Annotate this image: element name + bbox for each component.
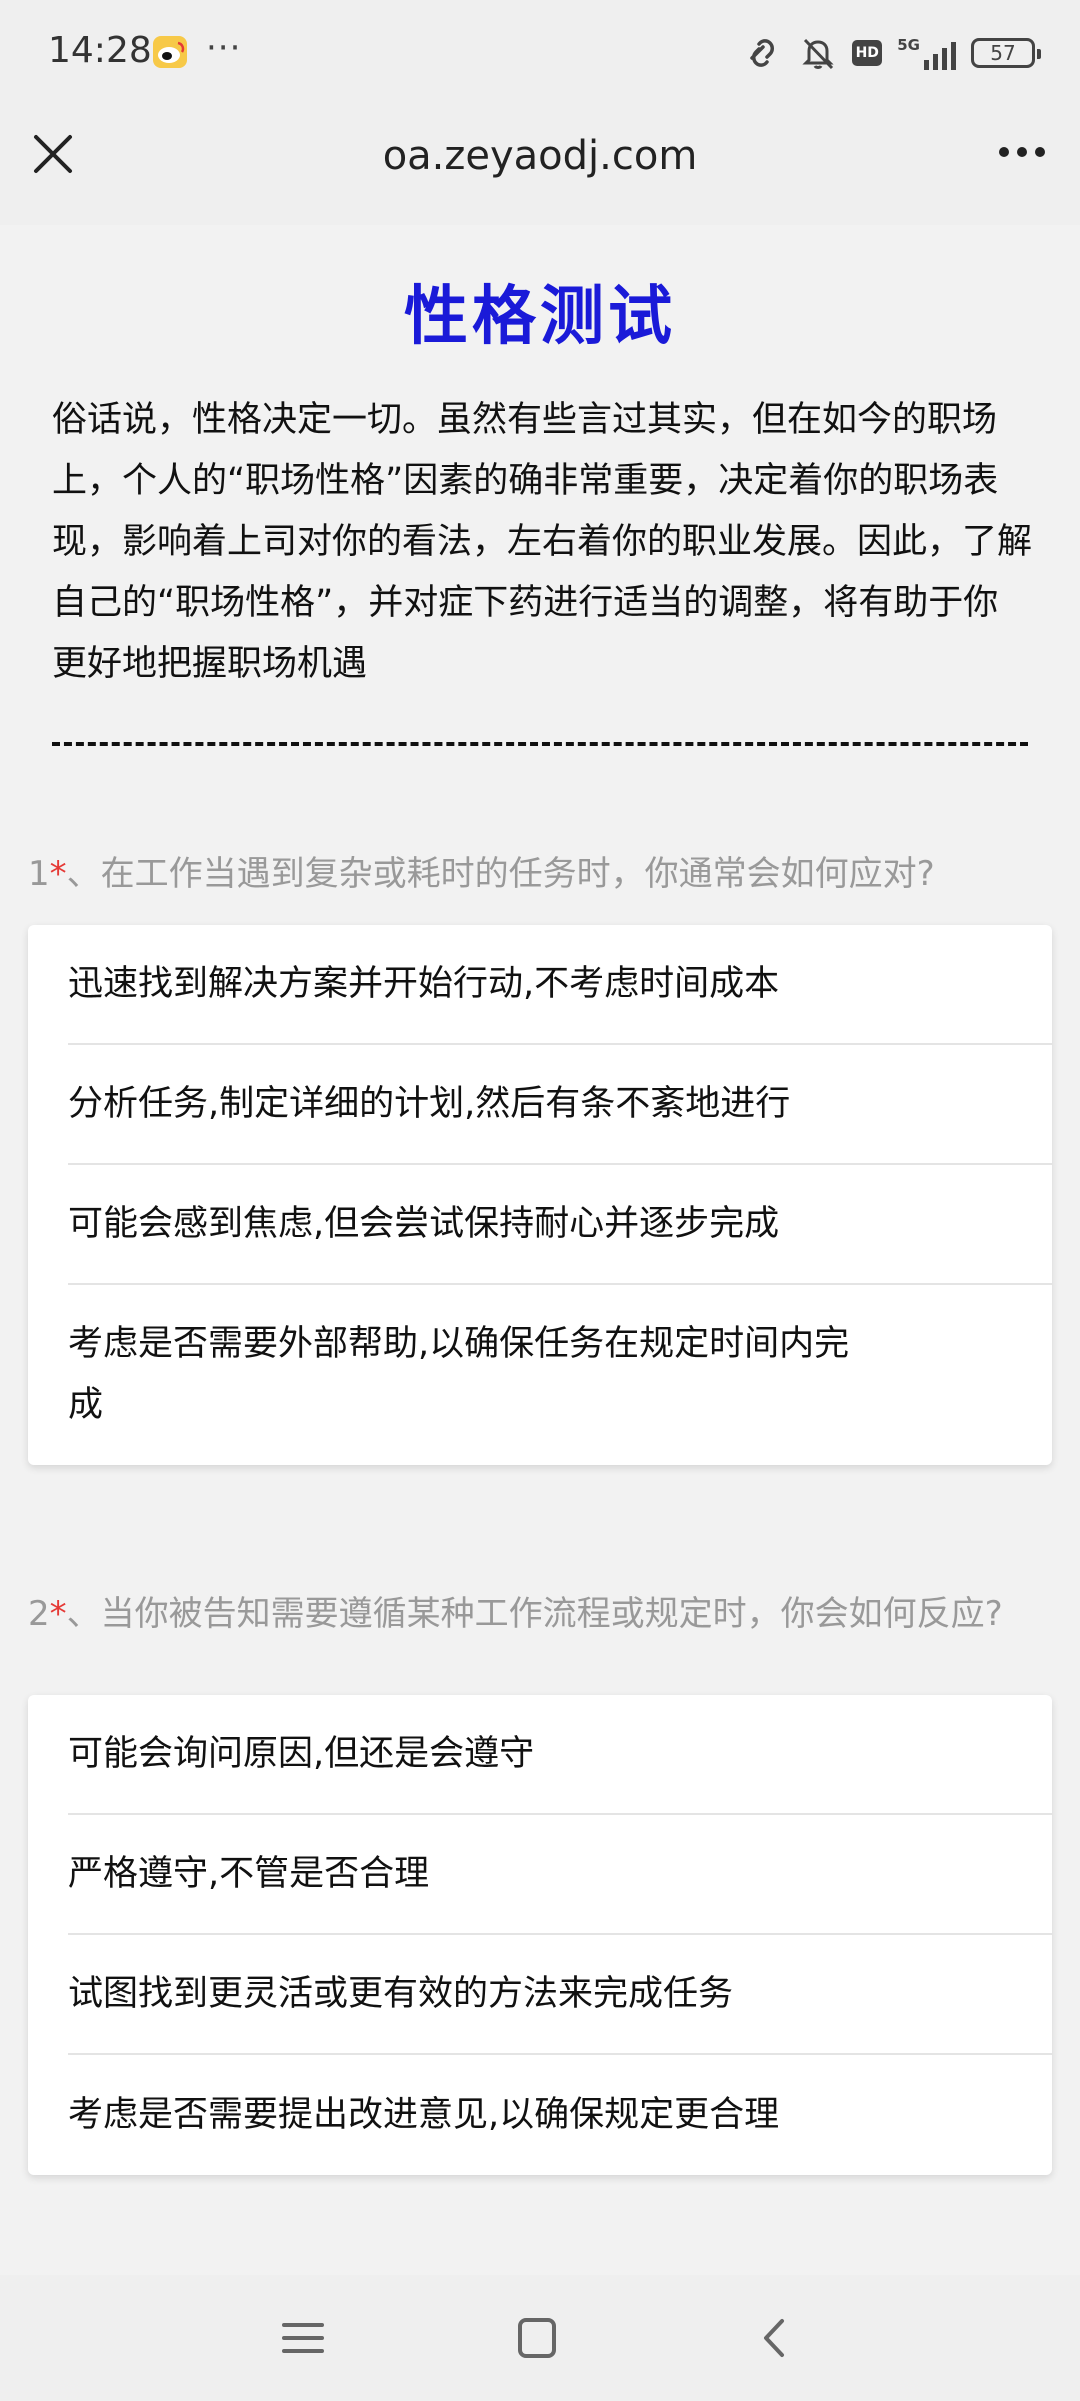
question-1-option-3[interactable]: 可能会感到焦虑,但会尝试保持耐心并逐步完成: [68, 1165, 1052, 1285]
question-1-title: 1*、在工作当遇到复杂或耗时的任务时，你通常会如何应对?: [28, 855, 1052, 893]
intro-text: 俗话说，性格决定一切。虽然有些言过其实，但在如今的职场上，个人的“职场性格”因素…: [52, 400, 1033, 684]
network-type: 5G: [897, 36, 920, 54]
back-icon[interactable]: [748, 2313, 802, 2363]
required-mark: *: [49, 1594, 67, 1634]
question-2-options: 可能会询问原因,但还是会遵守 严格遵守,不管是否合理 试图找到更灵活或更有效的方…: [28, 1695, 1052, 2175]
question-2-number: 2: [28, 1594, 50, 1634]
system-navigation-bar: [0, 2275, 1080, 2401]
page-content: 性格测试 俗话说，性格决定一切。虽然有些言过其实，但在如今的职场上，个人的“职场…: [0, 225, 1080, 2275]
question-2-option-1[interactable]: 可能会询问原因,但还是会遵守: [68, 1695, 1052, 1815]
url-display[interactable]: oa.zeyaodj.com: [0, 133, 1080, 179]
question-2-option-2[interactable]: 严格遵守,不管是否合理: [68, 1815, 1052, 1935]
question-2-text: 、当你被告知需要遵循某种工作流程或规定时，你会如何反应?: [66, 1594, 1003, 1634]
question-1-text: 、在工作当遇到复杂或耗时的任务时，你通常会如何应对?: [66, 854, 935, 894]
question-2-title: 2*、当你被告知需要遵循某种工作流程或规定时，你会如何反应?: [28, 1595, 1052, 1633]
signal-icon: 5G: [897, 36, 956, 70]
status-bar: 14:28 ··· HD 5G 57: [0, 0, 1080, 105]
more-menu-icon[interactable]: [992, 127, 1052, 177]
link-icon: [750, 39, 775, 67]
menu-icon[interactable]: [276, 2313, 330, 2363]
battery-icon: 57: [971, 38, 1041, 68]
question-1-number: 1: [28, 854, 50, 894]
browser-toolbar: oa.zeyaodj.com: [0, 105, 1080, 225]
status-more-icon: ···: [206, 28, 242, 68]
battery-level: 57: [990, 41, 1016, 65]
page-title: 性格测试: [404, 280, 676, 354]
status-time: 14:28: [48, 30, 152, 71]
hd-icon: HD: [852, 40, 883, 66]
bell-muted-icon: [802, 38, 834, 70]
home-icon[interactable]: [510, 2313, 564, 2363]
question-1-options: 迅速找到解决方案并开始行动,不考虑时间成本 分析任务,制定详细的计划,然后有条不…: [28, 925, 1052, 1465]
question-1-option-1[interactable]: 迅速找到解决方案并开始行动,不考虑时间成本: [68, 925, 1052, 1045]
question-1-option-2[interactable]: 分析任务,制定详细的计划,然后有条不紊地进行: [68, 1045, 1052, 1165]
status-icons: HD 5G 57: [742, 28, 1041, 78]
dashed-divider: [52, 742, 1028, 746]
weibo-icon: [153, 36, 187, 68]
required-mark: *: [49, 854, 67, 894]
question-2-option-4[interactable]: 考虑是否需要提出改进意见,以确保规定更合理: [68, 2055, 1052, 2175]
question-2-option-3[interactable]: 试图找到更灵活或更有效的方法来完成任务: [68, 1935, 1052, 2055]
question-1-option-4[interactable]: 考虑是否需要外部帮助,以确保任务在规定时间内完成: [68, 1285, 1052, 1465]
